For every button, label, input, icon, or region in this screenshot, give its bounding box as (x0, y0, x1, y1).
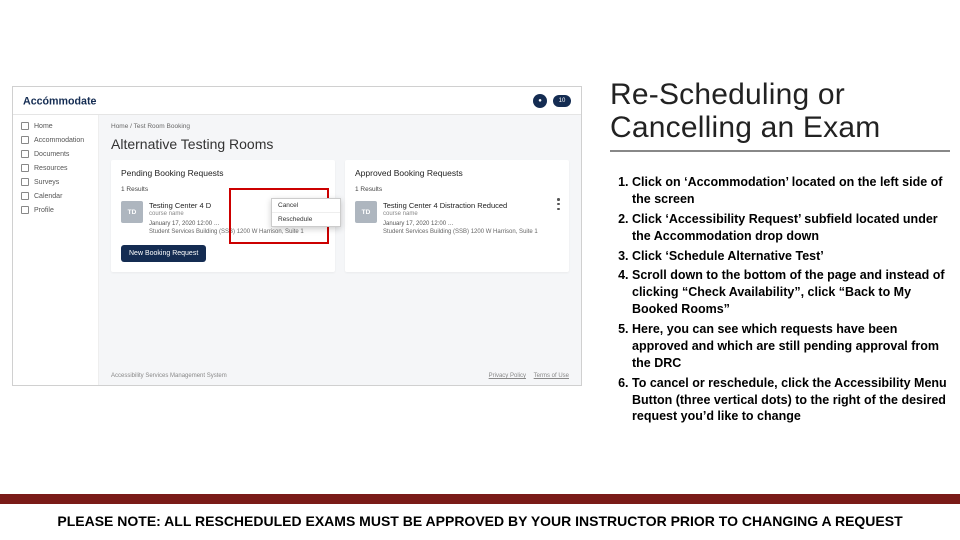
page-title: Alternative Testing Rooms (111, 136, 569, 152)
notification-icon[interactable]: ● (533, 94, 547, 108)
footer-note: PLEASE NOTE: ALL RESCHEDULED EXAMS MUST … (0, 504, 960, 540)
sidebar-item-resources[interactable]: Resources (13, 161, 98, 175)
reschedule-menu-item[interactable]: Reschedule (272, 213, 340, 226)
calendar-icon (21, 192, 29, 200)
step-item: To cancel or reschedule, click the Acces… (632, 375, 950, 426)
date-badge-icon: TD (121, 201, 143, 223)
booking-date: January 17, 2020 12:00 … (383, 221, 559, 227)
sidebar-item-label: Home (34, 123, 53, 130)
instructions-panel: Re-Scheduling or Cancelling an Exam Clic… (610, 78, 950, 428)
booking-name[interactable]: Testing Center 4 Distraction Reduced (383, 201, 559, 210)
resources-icon (21, 164, 29, 172)
step-item: Click ‘Schedule Alternative Test’ (632, 248, 950, 265)
sidebar-item-label: Profile (34, 207, 54, 214)
app-logo: Accómmodate (23, 92, 130, 110)
sidebar-item-label: Resources (34, 165, 67, 172)
app-header: Accómmodate ● 10 (13, 87, 581, 115)
sidebar: Home Accommodation Documents Resources S… (13, 115, 99, 385)
sidebar-item-home[interactable]: Home (13, 119, 98, 133)
step-item: Click on ‘Accommodation’ located on the … (632, 174, 950, 208)
date-badge-icon: TD (355, 201, 377, 223)
badge-count[interactable]: 10 (553, 95, 571, 107)
app-screenshot: Accómmodate ● 10 Home Accommodation Docu… (12, 86, 582, 386)
sidebar-item-label: Documents (34, 151, 69, 158)
pending-requests-card: Pending Booking Requests 1 Results TD Te… (111, 160, 335, 272)
kebab-menu-icon[interactable] (557, 198, 561, 210)
slide-title: Re-Scheduling or Cancelling an Exam (610, 78, 950, 152)
accent-bar (0, 494, 960, 504)
booking-location: Student Services Building (SSB) 1200 W H… (149, 229, 325, 235)
booking-course: course name (383, 211, 559, 217)
results-count: 1 Results (355, 186, 559, 193)
booking-location: Student Services Building (SSB) 1200 W H… (383, 229, 559, 235)
terms-link[interactable]: Terms of Use (534, 373, 569, 379)
main-content: Home / Test Room Booking Alternative Tes… (99, 115, 581, 385)
sidebar-item-label: Calendar (34, 193, 62, 200)
step-item: Scroll down to the bottom of the page an… (632, 267, 950, 318)
sidebar-item-surveys[interactable]: Surveys (13, 175, 98, 189)
profile-icon (21, 206, 29, 214)
sidebar-item-profile[interactable]: Profile (13, 203, 98, 217)
step-item: Here, you can see which requests have be… (632, 321, 950, 372)
new-booking-button[interactable]: New Booking Request (121, 245, 206, 262)
context-menu: Cancel Reschedule (271, 198, 341, 227)
privacy-link[interactable]: Privacy Policy (489, 373, 526, 379)
documents-icon (21, 150, 29, 158)
results-count: 1 Results (121, 186, 325, 193)
footer-text: Accessibility Services Management System (111, 373, 227, 379)
step-item: Click ‘Accessibility Request’ subfield l… (632, 211, 950, 245)
steps-list: Click on ‘Accommodation’ located on the … (610, 174, 950, 425)
card-title: Pending Booking Requests (121, 168, 325, 178)
sidebar-item-accommodation[interactable]: Accommodation (13, 133, 98, 147)
sidebar-item-label: Accommodation (34, 137, 84, 144)
booking-entry: TD Testing Center 4 Distraction Reduced … (355, 201, 559, 235)
cancel-menu-item[interactable]: Cancel (272, 199, 340, 213)
card-title: Approved Booking Requests (355, 168, 559, 178)
sidebar-item-calendar[interactable]: Calendar (13, 189, 98, 203)
sidebar-item-documents[interactable]: Documents (13, 147, 98, 161)
accommodation-icon (21, 136, 29, 144)
sidebar-item-label: Surveys (34, 179, 59, 186)
surveys-icon (21, 178, 29, 186)
approved-requests-card: Approved Booking Requests 1 Results TD T… (345, 160, 569, 272)
home-icon (21, 122, 29, 130)
app-footer: Accessibility Services Management System… (111, 373, 569, 379)
svg-text:Accómmodate: Accómmodate (23, 95, 97, 107)
breadcrumb[interactable]: Home / Test Room Booking (111, 121, 569, 136)
